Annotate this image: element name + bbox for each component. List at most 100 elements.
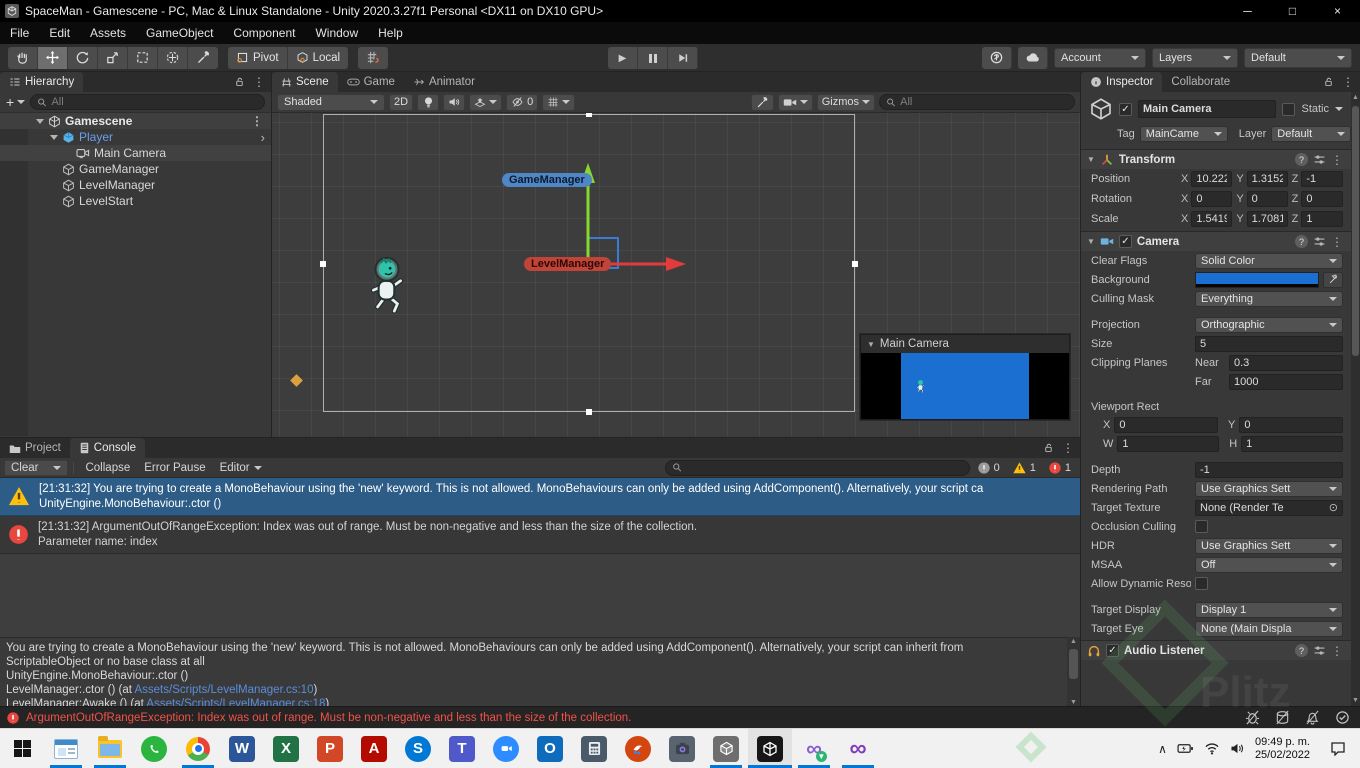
presets-icon[interactable] [1313,153,1326,166]
taskbar-file-explorer[interactable] [88,729,132,768]
scrollbar-thumb[interactable] [1069,649,1078,679]
scroll-up-icon[interactable]: ▲ [1069,638,1078,645]
viewport-w-field[interactable] [1117,435,1220,452]
panel-menu-icon[interactable]: ⋮ [253,75,265,89]
depth-field[interactable] [1195,461,1343,478]
target-texture-field[interactable]: None (Render Te ⊙ [1195,499,1343,516]
foldout-icon[interactable] [36,118,44,124]
static-flags-caret-icon[interactable] [1335,107,1343,111]
rendering-path-dropdown[interactable]: Use Graphics Sett [1195,480,1343,497]
taskbar-vs-installer[interactable]: ∞ ▼ [792,729,836,768]
rotation-x-field[interactable] [1191,191,1233,207]
target-eye-dropdown[interactable]: None (Main Displa [1195,620,1343,637]
taskbar-skype[interactable]: S [396,729,440,768]
levelmanager-scene-label[interactable]: LevelManager [524,257,612,271]
menu-assets[interactable]: Assets [80,22,136,44]
viewport-h-field[interactable] [1241,435,1343,452]
console-entry-error[interactable]: [21:31:32] ArgumentOutOfRangeException: … [0,516,1080,554]
taskbar-screen-recorder[interactable] [616,729,660,768]
eyedropper-button[interactable] [1323,271,1343,288]
foldout-icon[interactable] [50,134,58,140]
near-field[interactable] [1229,354,1343,371]
taskbar-chrome[interactable] [176,729,220,768]
layers-dropdown[interactable]: Layers [1152,47,1238,68]
shading-mode-dropdown[interactable]: Shaded [277,93,385,111]
help-icon[interactable]: ? [1295,235,1308,248]
custom-tools-button[interactable] [188,46,218,69]
viewport-y-field[interactable] [1239,416,1343,433]
scene-search[interactable] [879,94,1075,110]
maximize-button[interactable]: □ [1270,0,1315,22]
grid-snapping-button[interactable] [358,46,389,69]
scroll-down-icon[interactable]: ▼ [1069,699,1078,706]
hierarchy-item-levelmanager[interactable]: LevelManager [0,177,271,193]
foldout-icon[interactable]: ▼ [1087,155,1095,164]
static-checkbox[interactable] [1282,102,1296,116]
menu-edit[interactable]: Edit [39,22,80,44]
clear-flags-dropdown[interactable]: Solid Color [1195,252,1343,269]
taskbar-acrobat[interactable]: A [352,729,396,768]
tab-animator[interactable]: Animator [404,72,484,92]
scene-canvas[interactable]: GameManager LevelManager ▼ Main Camera [272,113,1080,437]
scale-z-field[interactable] [1301,211,1343,227]
status-error-message[interactable]: ArgumentOutOfRangeException: Index was o… [26,712,1234,724]
component-menu-icon[interactable]: ⋮ [1331,153,1343,167]
pause-button[interactable] [638,47,668,69]
position-x-field[interactable] [1191,171,1233,187]
transform-component-header[interactable]: ▼ Transform ? ⋮ [1081,149,1351,169]
effects-dropdown-button[interactable] [469,93,503,111]
rotate-tool-button[interactable] [68,46,98,69]
tray-expand-icon[interactable]: ∧ [1158,742,1167,756]
tab-inspector[interactable]: Inspector [1081,72,1163,92]
position-y-field[interactable] [1246,171,1288,187]
far-field[interactable] [1229,373,1343,390]
taskbar-app-window[interactable] [44,729,88,768]
taskbar-calculator[interactable] [572,729,616,768]
background-color-field[interactable] [1195,271,1319,288]
taskbar-whatsapp[interactable] [132,729,176,768]
tag-dropdown[interactable]: MainCame [1139,126,1228,142]
audio-toggle-button[interactable] [443,93,466,111]
presets-icon[interactable] [1313,235,1326,248]
msaa-dropdown[interactable]: Off [1195,556,1343,573]
object-name-field[interactable] [1138,100,1277,118]
menu-gameobject[interactable]: GameObject [136,22,223,44]
occlusion-culling-checkbox[interactable] [1195,520,1208,533]
projection-dropdown[interactable]: Orthographic [1195,316,1343,333]
taskbar-clock[interactable]: 09:49 p. m. 25/02/2022 [1255,736,1310,762]
grid-visibility-dropdown[interactable] [542,93,576,111]
scroll-down-icon[interactable]: ▼ [1352,697,1359,704]
account-dropdown[interactable]: Account [1054,47,1146,68]
create-object-button[interactable]: + [6,94,26,110]
hidden-objects-button[interactable]: 0 [506,93,539,111]
dynamic-resolution-checkbox[interactable] [1195,577,1208,590]
hierarchy-scene-row[interactable]: Gamescene ⋮ [0,113,271,129]
help-icon[interactable]: ? [1295,644,1308,657]
tab-game[interactable]: Game [338,72,404,92]
hand-tool-button[interactable] [8,46,38,69]
notifications-disabled-icon[interactable] [1300,708,1324,728]
taskbar-zoom[interactable] [484,729,528,768]
pivot-toggle-button[interactable]: Pivot [228,46,288,69]
collapse-toggle[interactable]: Collapse [79,460,136,476]
info-count-toggle[interactable]: 0 [972,461,1005,475]
spaceman-sprite[interactable] [364,255,410,317]
cloud-services-button[interactable] [1018,46,1048,69]
editor-status-bar[interactable]: ArgumentOutOfRangeException: Index was o… [0,706,1360,728]
clear-button[interactable]: Clear [4,459,69,476]
taskbar-unity-editor[interactable] [748,729,792,768]
scene-camera-dropdown[interactable] [777,93,813,111]
lock-icon[interactable] [1323,76,1334,88]
detail-scrollbar[interactable]: ▲ ▼ [1067,637,1080,707]
foldout-icon[interactable]: ▼ [1087,237,1095,246]
start-button[interactable] [0,729,44,768]
hierarchy-item-main-camera[interactable]: Main Camera [0,145,271,161]
tab-hierarchy[interactable]: Hierarchy [0,72,84,92]
component-menu-icon[interactable]: ⋮ [1331,644,1343,658]
taskbar-outlook[interactable]: O [528,729,572,768]
object-picker-icon[interactable]: ⊙ [1329,501,1338,514]
tab-collaborate[interactable]: Collaborate [1162,72,1239,92]
error-count-toggle[interactable]: 1 [1043,461,1076,475]
audio-listener-component-header[interactable]: ✓ Audio Listener ? ⋮ [1081,640,1351,660]
hierarchy-item-player[interactable]: Player › [0,129,271,145]
